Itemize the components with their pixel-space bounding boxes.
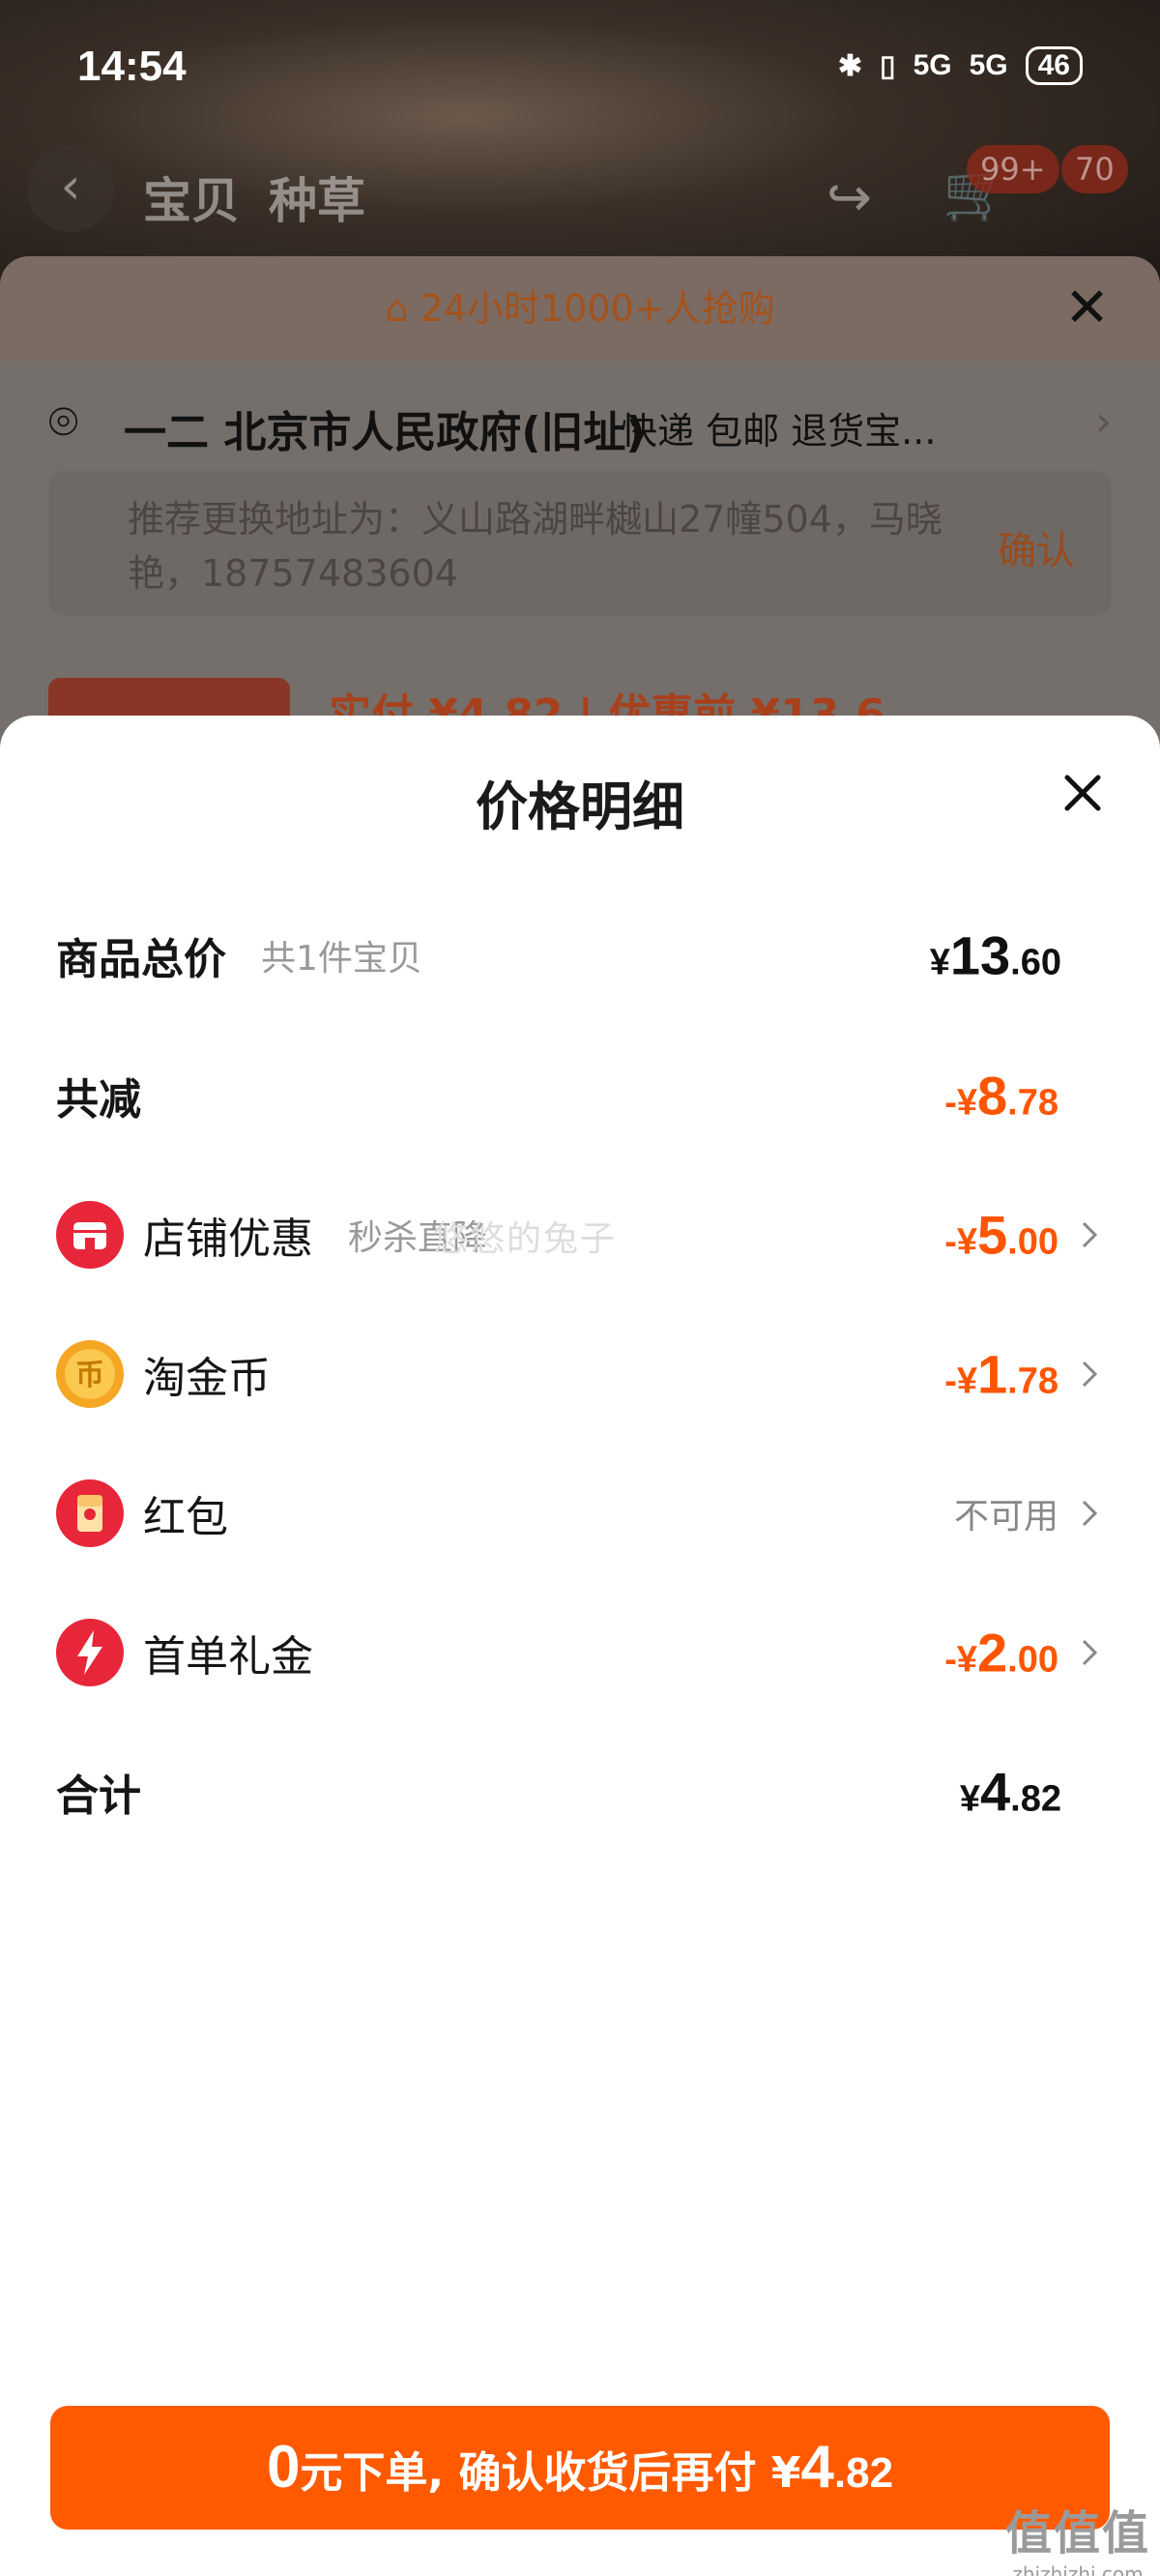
- product-nav-bar: ‹ 宝贝 种草 ↪ 🛒 99+ 70: [0, 145, 1160, 242]
- shop-icon: [56, 1201, 124, 1269]
- coin-icon: 币: [56, 1340, 124, 1408]
- svg-text:币: 币: [75, 1359, 104, 1392]
- watermark-text: 悠悠的兔子: [433, 1219, 618, 1259]
- chevron-right-icon: [1082, 1221, 1098, 1248]
- signal-5g-icon: 5G: [913, 49, 952, 81]
- location-pin-icon: ⌾: [48, 394, 79, 452]
- red-packet-status: 不可用: [953, 1497, 1058, 1537]
- first-order-gift-row[interactable]: 首单礼金 -¥2.00: [0, 1599, 1160, 1706]
- cta-amount-int: 4: [800, 2434, 834, 2501]
- first-order-gift-amount: -¥2.00: [944, 1622, 1058, 1683]
- chevron-right-icon: [1082, 1639, 1098, 1666]
- cta-amount-dec: .82: [833, 2449, 894, 2497]
- total-discount-row: 共减 -¥8.78: [0, 1042, 1160, 1149]
- chevron-right-icon: ›: [1095, 397, 1112, 445]
- promo-banner: ⌂ 24小时1000+人抢购 ✕: [0, 256, 1160, 361]
- sheet-title: 价格明细: [476, 776, 684, 837]
- close-icon: [1064, 775, 1101, 811]
- cta-zero: 0: [266, 2434, 301, 2501]
- promo-banner-text: 24小时1000+人抢购: [420, 287, 775, 330]
- vibrate-icon: ▯: [880, 49, 896, 82]
- taojinbi-label: 淘金币: [143, 1354, 271, 1403]
- total-goods-count: 共1件宝贝: [261, 939, 422, 979]
- close-icon[interactable]: ✕: [1064, 256, 1110, 361]
- sum-amount: ¥4.82: [959, 1761, 1061, 1823]
- chevron-right-icon: [1082, 1361, 1098, 1388]
- place-order-button[interactable]: 0元下单, 确认收货后再付 ¥4.82: [50, 2406, 1110, 2530]
- address-name: 一二 北京市人民政府(旧址): [124, 408, 646, 457]
- site-logo: 值值值: [1004, 2506, 1150, 2561]
- bag-icon: ⌂: [385, 287, 420, 330]
- sum-label: 合计: [56, 1771, 141, 1821]
- bluetooth-icon: ✱: [837, 49, 863, 82]
- taojinbi-row[interactable]: 币 淘金币 -¥1.78: [0, 1321, 1160, 1427]
- shop-discount-label: 店铺优惠: [143, 1215, 313, 1264]
- lightning-icon: [56, 1619, 124, 1686]
- total-goods-label: 商品总价: [56, 935, 226, 984]
- share-icon[interactable]: ↪: [826, 166, 872, 229]
- signal-5g-icon-2: 5G: [969, 49, 1008, 81]
- red-packet-label: 红包: [143, 1493, 228, 1542]
- cart-badge: 99+: [967, 145, 1059, 193]
- battery-icon: 46: [1025, 46, 1083, 85]
- shop-discount-amount: -¥5.00: [944, 1204, 1058, 1266]
- status-time: 14:54: [77, 43, 187, 90]
- suggestion-confirm-button[interactable]: 确认: [998, 519, 1075, 575]
- back-button[interactable]: ‹: [27, 145, 114, 232]
- close-button[interactable]: [1054, 764, 1112, 822]
- total-discount-amount: -¥8.78: [944, 1065, 1058, 1127]
- address-suggestion: 推荐更换地址为：义山路湖畔樾山27幢504，马晓艳，18757483604 确认: [48, 471, 1112, 616]
- site-watermark: 值值值 zhizhizhi.com: [1005, 2495, 1150, 2576]
- message-badge: 70: [1061, 145, 1128, 193]
- status-icons: ✱ ▯ 5G 5G 46: [838, 46, 1083, 85]
- tab-zhongcao[interactable]: 种草: [269, 162, 365, 232]
- red-packet-icon: [56, 1479, 124, 1547]
- taojinbi-amount: -¥1.78: [944, 1343, 1058, 1405]
- total-goods-amount: ¥13.60: [929, 924, 1061, 986]
- status-bar: 14:54 ✱ ▯ 5G 5G 46: [0, 0, 1160, 145]
- sum-row: 合计 ¥4.82: [0, 1739, 1160, 1845]
- site-url: zhizhizhi.com: [1012, 2562, 1144, 2576]
- total-discount-label: 共减: [56, 1075, 141, 1125]
- red-packet-row[interactable]: 红包 不可用: [0, 1460, 1160, 1566]
- address-row[interactable]: ⌾ 一二 北京市人民政府(旧址) 快递 包邮 退货宝... ›: [48, 392, 1112, 459]
- price-detail-sheet: 价格明细 商品总价 共1件宝贝 ¥13.60 共减 -¥8.78 店铺优惠 秒杀…: [0, 716, 1160, 2576]
- tab-baobei[interactable]: 宝贝: [143, 162, 240, 232]
- total-goods-row: 商品总价 共1件宝贝 ¥13.60: [0, 902, 1160, 1009]
- chevron-right-icon: [1082, 1500, 1098, 1527]
- cta-text: 元下单, 确认收货后再付 ¥: [300, 2448, 801, 2498]
- delivery-tags: 快递 包邮 退货宝...: [621, 410, 937, 453]
- suggestion-text: 推荐更换地址为：义山路湖畔樾山27幢504，马晓艳，18757483604: [128, 498, 942, 595]
- first-order-gift-label: 首单礼金: [143, 1632, 313, 1682]
